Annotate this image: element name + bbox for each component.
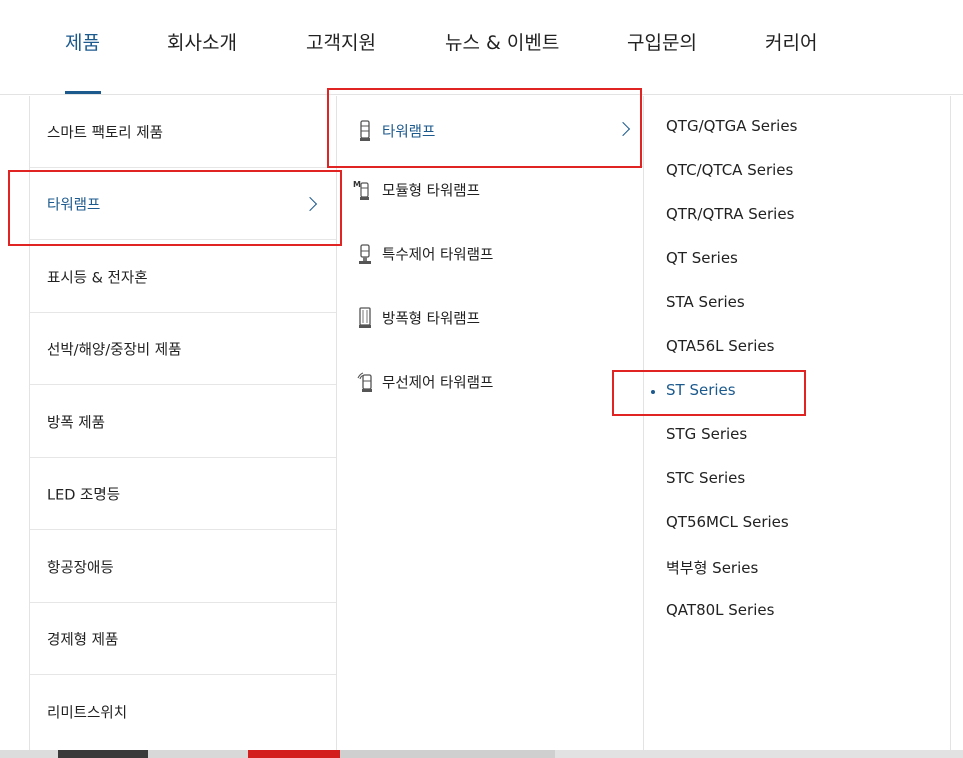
explosion-proof-tower-lamp-icon [359,307,371,328]
tab-careers[interactable]: 커리어 [765,28,817,55]
subcategory-label: 방폭형 타워램프 [382,311,480,328]
category-item-marine[interactable]: 선박/해양/중장비 제품 [30,313,336,385]
tab-news-events[interactable]: 뉴스 & 이벤트 [445,28,559,55]
modular-tower-lamp-icon: M [353,180,369,200]
column-divider [643,96,644,758]
category-item-led-lighting[interactable]: LED 조명등 [30,458,336,530]
series-item-qta56l[interactable]: QTA56L Series [666,337,774,361]
category-label: 경제형 제품 [47,632,119,648]
category-item-economy[interactable]: 경제형 제품 [30,603,336,675]
subcategory-item-modular[interactable]: M 모듈형 타워램프 [337,158,643,222]
series-item-stc[interactable]: STC Series [666,469,745,493]
subcategory-item-explosion-proof[interactable]: 방폭형 타워램프 [337,286,643,350]
modular-badge: M [353,180,361,189]
series-item-qt56mcl[interactable]: QT56MCL Series [666,513,789,537]
subcategory-label: 모듈형 타워램프 [382,183,480,200]
series-item-qtg-qtga[interactable]: QTG/QTGA Series [666,117,797,141]
subcategory-item-tower-lamp[interactable]: 타워램프 [337,96,643,166]
category-label: 표시등 & 전자혼 [47,270,148,286]
category-item-tower-lamp[interactable]: 타워램프 [30,168,336,240]
series-item-qtr-qtra[interactable]: QTR/QTRA Series [666,205,794,229]
category-item-aviation-obstruction[interactable]: 항공장애등 [30,531,336,603]
tab-purchase-inquiry[interactable]: 구입문의 [627,28,697,55]
tab-company[interactable]: 회사소개 [167,28,237,55]
wireless-tower-lamp-icon [357,372,372,392]
category-label: 선박/해양/중장비 제품 [47,342,182,358]
series-item-sta[interactable]: STA Series [666,293,745,317]
series-item-wall-mount[interactable]: 벽부형 Series [666,557,758,581]
category-item-limit-switch[interactable]: 리미트스위치 [30,676,336,748]
active-tab-underline [65,91,101,94]
tab-products[interactable]: 제품 [65,28,100,55]
category-label: 스마트 팩토리 제품 [47,125,163,141]
chevron-right-icon [615,121,631,137]
series-item-st[interactable]: ST Series [666,381,736,405]
top-navigation: 제품 회사소개 고객지원 뉴스 & 이벤트 구입문의 커리어 [0,0,963,95]
chevron-right-icon [302,196,318,212]
category-label: 방폭 제품 [47,415,105,431]
subcategory-label: 특수제어 타워램프 [382,247,494,264]
category-item-indicator-horn[interactable]: 표시등 & 전자혼 [30,241,336,313]
series-item-qat80l[interactable]: QAT80L Series [666,601,774,625]
subcategory-label: 타워램프 [382,124,436,141]
series-item-stg[interactable]: STG Series [666,425,747,449]
category-label: 항공장애등 [47,560,114,576]
category-item-explosion-proof[interactable]: 방폭 제품 [30,386,336,458]
category-label: 타워램프 [47,197,101,213]
subcategory-label: 무선제어 타워램프 [382,375,494,392]
category-label: 리미트스위치 [47,705,128,722]
series-item-qtc-qtca[interactable]: QTC/QTCA Series [666,161,793,185]
tab-support[interactable]: 고객지원 [306,28,376,55]
special-control-tower-lamp-icon [359,244,371,264]
active-bullet [651,390,655,394]
category-item-smart-factory[interactable]: 스마트 팩토리 제품 [30,96,336,168]
column-divider [950,96,951,758]
subcategory-item-special-control[interactable]: 특수제어 타워램프 [337,222,643,286]
category-label: LED 조명등 [47,487,121,503]
series-item-qt[interactable]: QT Series [666,249,738,273]
page-content-strip [0,750,963,758]
tower-lamp-icon [360,120,370,141]
subcategory-item-wireless[interactable]: 무선제어 타워램프 [337,350,643,414]
